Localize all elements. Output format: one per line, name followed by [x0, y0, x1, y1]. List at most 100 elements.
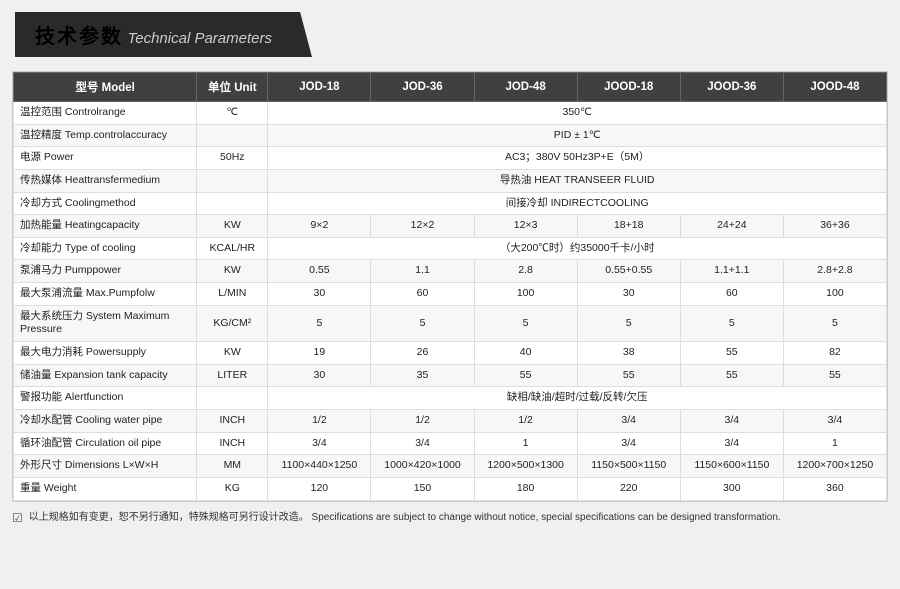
- row-cell: 1: [474, 432, 577, 455]
- row-label: 加热能量 Heatingcapacity: [14, 215, 197, 238]
- row-cell: 1: [783, 432, 886, 455]
- row-cell: 12×2: [371, 215, 474, 238]
- table-row: 最大电力消耗 PowersupplyKW192640385582: [14, 342, 887, 365]
- row-cell: 40: [474, 342, 577, 365]
- row-unit: L/MIN: [197, 283, 268, 306]
- row-label: 储油量 Expansion tank capacity: [14, 364, 197, 387]
- row-span-value: PID ± 1℃: [268, 124, 887, 147]
- header-zh: 技术参数: [35, 26, 123, 48]
- row-cell: 5: [474, 305, 577, 341]
- row-cell: 150: [371, 477, 474, 500]
- row-unit: KW: [197, 215, 268, 238]
- row-label: 重量 Weight: [14, 477, 197, 500]
- row-cell: 100: [783, 283, 886, 306]
- footer: ☑ 以上规格如有变更，恕不另行通知，特殊规格可另行设计改造。 Specifica…: [12, 510, 888, 525]
- row-cell: 36+36: [783, 215, 886, 238]
- table-row: 加热能量 HeatingcapacityKW9×212×212×318+1824…: [14, 215, 887, 238]
- row-unit: INCH: [197, 409, 268, 432]
- row-label: 循环油配管 Circulation oil pipe: [14, 432, 197, 455]
- footer-text: 以上规格如有变更，恕不另行通知，特殊规格可另行设计改造。 Specificati…: [29, 510, 781, 525]
- row-label: 最大泵浦流量 Max.Pumpfolw: [14, 283, 197, 306]
- row-cell: 120: [268, 477, 371, 500]
- row-label: 外形尺寸 Dimensions L×W×H: [14, 455, 197, 478]
- col-header-jood36: JOOD-36: [680, 73, 783, 102]
- row-span-value: （大200℃时）约35000千卡/小时: [268, 237, 887, 260]
- table-row: 外形尺寸 Dimensions L×W×HMM1100×440×12501000…: [14, 455, 887, 478]
- table-row: 冷却水配管 Cooling water pipeINCH1/21/21/23/4…: [14, 409, 887, 432]
- row-unit: [197, 169, 268, 192]
- table-row: 最大系统压力 System Maximum PressureKG/CM²5555…: [14, 305, 887, 341]
- row-cell: 3/4: [577, 409, 680, 432]
- table-row: 温控精度 Temp.controlaccuracyPID ± 1℃: [14, 124, 887, 147]
- footer-icon: ☑: [12, 511, 23, 525]
- row-cell: 55: [474, 364, 577, 387]
- row-cell: 3/4: [680, 409, 783, 432]
- table-row: 警报功能 Alertfunction缺相/缺油/超时/过载/反转/欠压: [14, 387, 887, 410]
- row-cell: 3/4: [680, 432, 783, 455]
- row-label: 最大电力消耗 Powersupply: [14, 342, 197, 365]
- row-cell: 5: [371, 305, 474, 341]
- col-header-jod18: JOD-18: [268, 73, 371, 102]
- row-label: 温控范围 Controlrange: [14, 102, 197, 125]
- row-cell: 220: [577, 477, 680, 500]
- table-row: 传热媒体 Heattransfermedium 导热油 HEAT TRANSEER…: [14, 169, 887, 192]
- row-cell: 55: [783, 364, 886, 387]
- row-span-value: 缺相/缺油/超时/过载/反转/欠压: [268, 387, 887, 410]
- table-row: 循环油配管 Circulation oil pipeINCH3/43/413/4…: [14, 432, 887, 455]
- row-cell: 12×3: [474, 215, 577, 238]
- row-span-value: 间接冷却 INDIRECTCOOLING: [268, 192, 887, 215]
- row-cell: 1200×500×1300: [474, 455, 577, 478]
- row-cell: 24+24: [680, 215, 783, 238]
- row-cell: 1100×440×1250: [268, 455, 371, 478]
- table-row: 冷却能力 Type of coolingKCAL/HR（大200℃时）约3500…: [14, 237, 887, 260]
- row-label: 冷却水配管 Cooling water pipe: [14, 409, 197, 432]
- row-cell: 300: [680, 477, 783, 500]
- table-row: 最大泵浦流量 Max.PumpfolwL/MIN30601003060100: [14, 283, 887, 306]
- row-cell: 0.55: [268, 260, 371, 283]
- header-en: Technical Parameters: [127, 30, 272, 47]
- row-cell: 26: [371, 342, 474, 365]
- row-cell: 360: [783, 477, 886, 500]
- row-cell: 55: [680, 364, 783, 387]
- row-span-value: 导热油 HEAT TRANSEER FLUID: [268, 169, 887, 192]
- row-cell: 3/4: [371, 432, 474, 455]
- row-unit: 50Hz: [197, 147, 268, 170]
- row-cell: 5: [268, 305, 371, 341]
- table-row: 温控范围 Controlrange℃350℃: [14, 102, 887, 125]
- row-cell: 60: [680, 283, 783, 306]
- row-cell: 38: [577, 342, 680, 365]
- row-unit: KCAL/HR: [197, 237, 268, 260]
- header-bg: 技术参数 Technical Parameters: [15, 12, 312, 57]
- row-span-value: 350℃: [268, 102, 887, 125]
- row-cell: 35: [371, 364, 474, 387]
- table-row: 重量 WeightKG120150180220300360: [14, 477, 887, 500]
- table-row: 冷却方式 Coolingmethod间接冷却 INDIRECTCOOLING: [14, 192, 887, 215]
- row-unit: LITER: [197, 364, 268, 387]
- row-cell: 60: [371, 283, 474, 306]
- row-unit: [197, 192, 268, 215]
- table-row: 储油量 Expansion tank capacityLITER30355555…: [14, 364, 887, 387]
- row-cell: 1150×500×1150: [577, 455, 680, 478]
- row-cell: 180: [474, 477, 577, 500]
- col-header-model: 型号 Model: [14, 73, 197, 102]
- row-unit: MM: [197, 455, 268, 478]
- row-cell: 18+18: [577, 215, 680, 238]
- row-span-value: AC3；380V 50Hz3P+E（5M）: [268, 147, 887, 170]
- row-cell: 1000×420×1000: [371, 455, 474, 478]
- col-header-jood18: JOOD-18: [577, 73, 680, 102]
- table-wrapper: 型号 Model 单位 Unit JOD-18 JOD-36 JOD-48 JO…: [12, 71, 888, 502]
- row-label: 传热媒体 Heattransfermedium: [14, 169, 197, 192]
- row-unit: KG/CM²: [197, 305, 268, 341]
- row-unit: [197, 387, 268, 410]
- page: 技术参数 Technical Parameters 型号 Model 单位 Un…: [0, 0, 900, 525]
- row-cell: 1.1+1.1: [680, 260, 783, 283]
- tech-params-table: 型号 Model 单位 Unit JOD-18 JOD-36 JOD-48 JO…: [13, 72, 887, 501]
- row-cell: 30: [268, 364, 371, 387]
- col-header-unit: 单位 Unit: [197, 73, 268, 102]
- row-label: 电源 Power: [14, 147, 197, 170]
- row-cell: 5: [577, 305, 680, 341]
- row-unit: ℃: [197, 102, 268, 125]
- row-cell: 100: [474, 283, 577, 306]
- table-row: 泵浦马力 PumppowerKW0.551.12.80.55+0.551.1+1…: [14, 260, 887, 283]
- row-cell: 1200×700×1250: [783, 455, 886, 478]
